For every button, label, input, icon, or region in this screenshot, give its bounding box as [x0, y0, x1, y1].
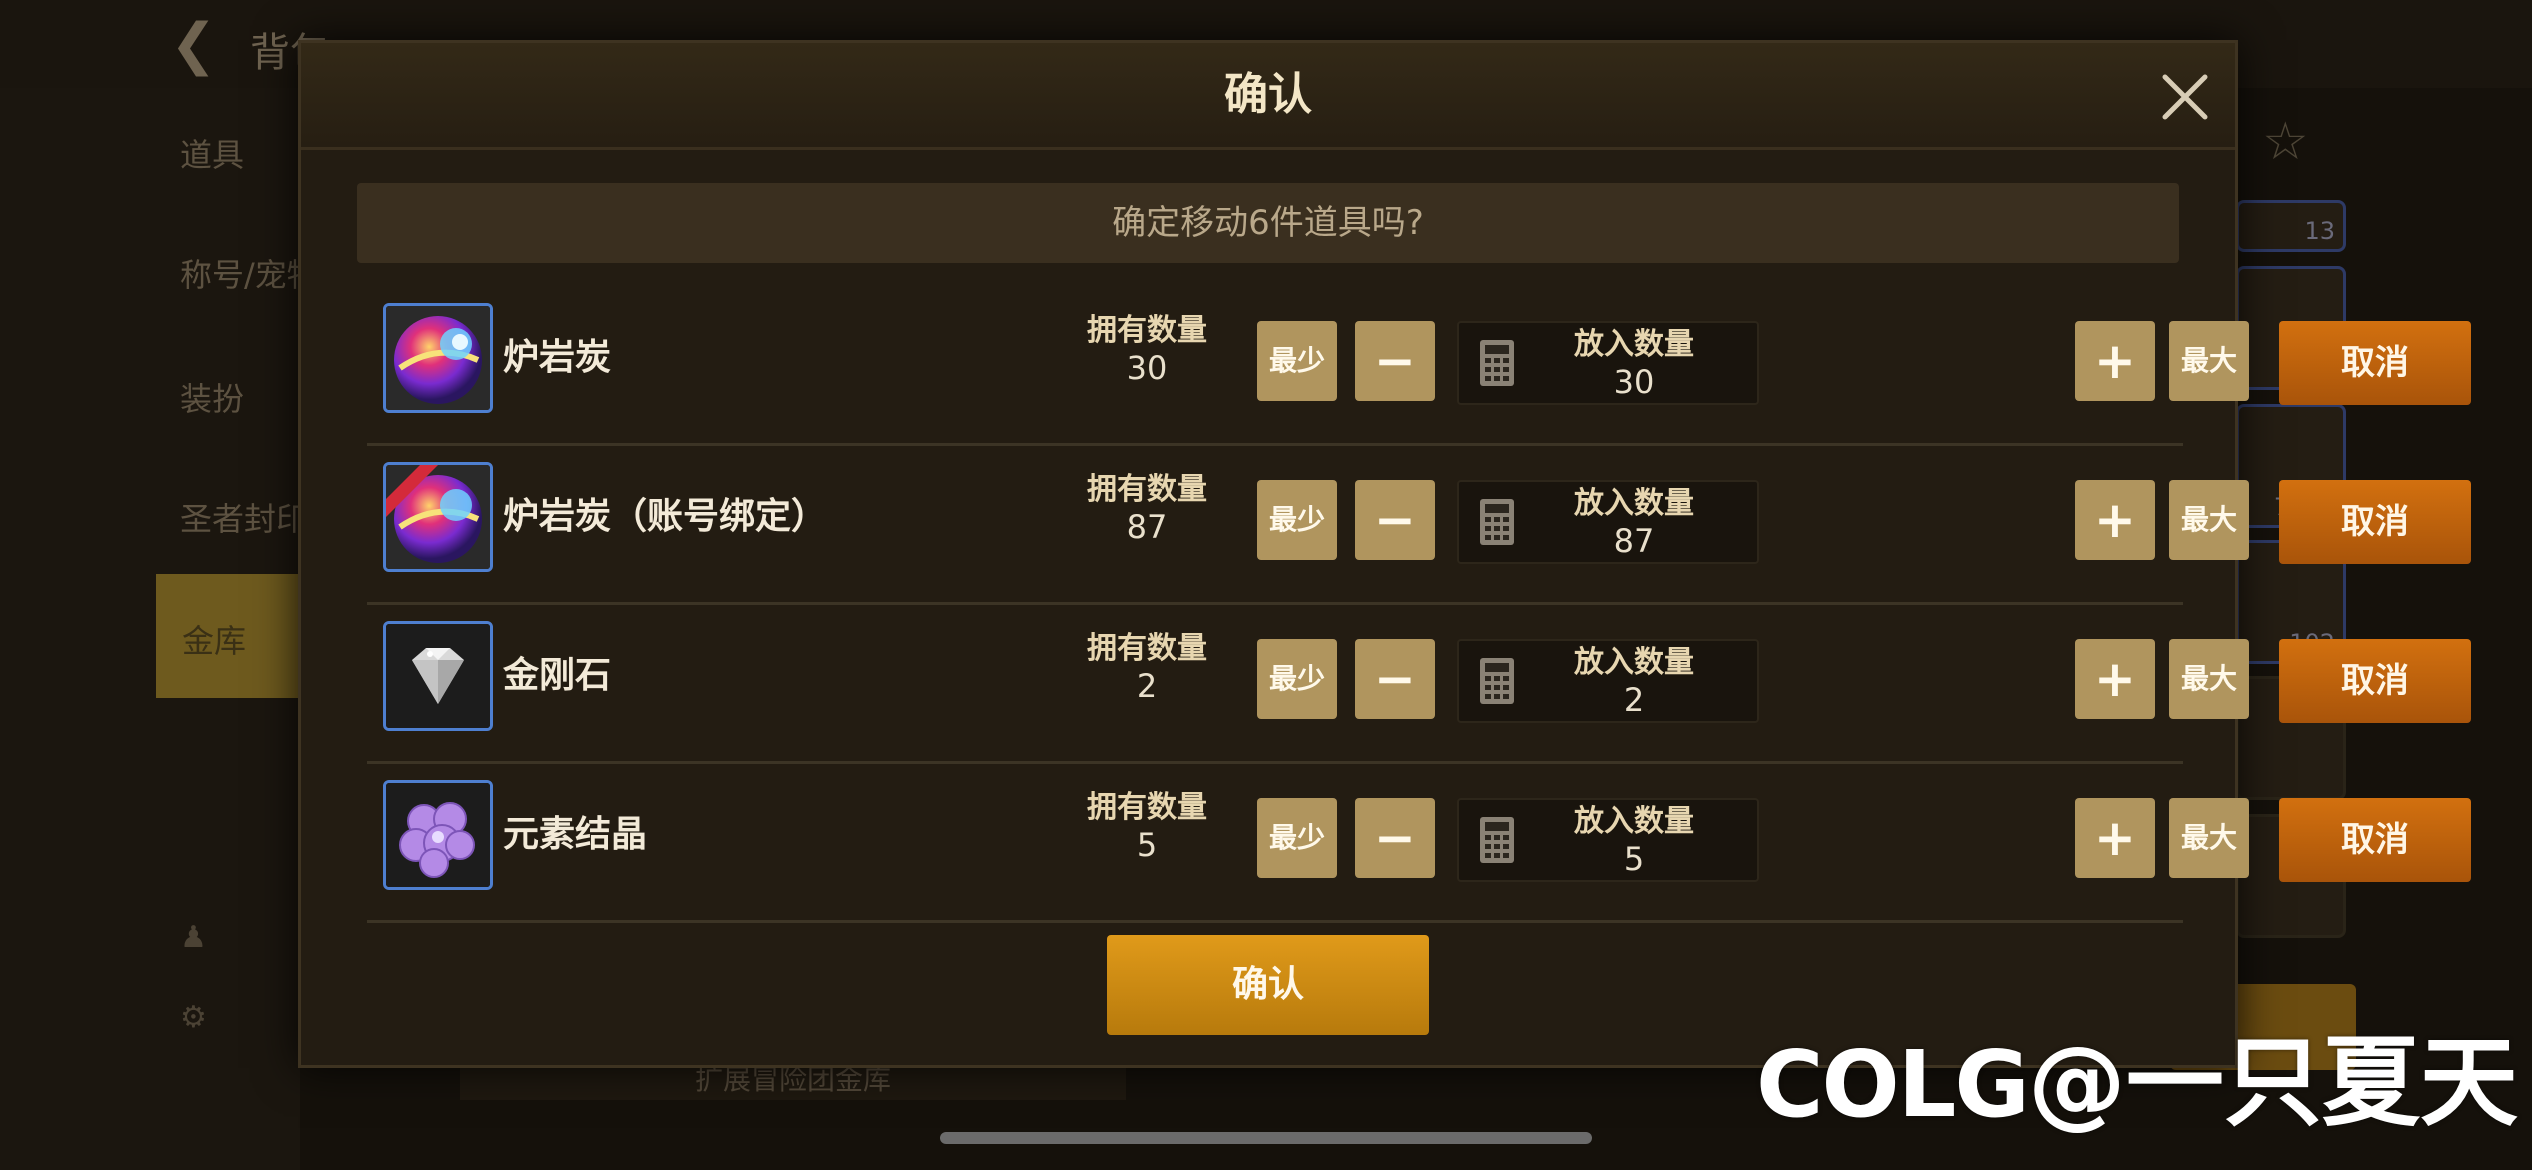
minus-button[interactable]: −: [1355, 639, 1435, 719]
max-button[interactable]: 最大: [2169, 321, 2249, 401]
close-icon[interactable]: [2157, 69, 2213, 125]
put-label: 放入数量: [1574, 327, 1694, 362]
element-crystal-icon: [383, 780, 493, 890]
lava-coal-bound-icon: [383, 462, 493, 572]
watermark-text: @一只夏天: [2027, 1026, 2518, 1140]
item-row: 金刚石 拥有数量 2 最少 − 放入数量 2 + 最大 取消: [367, 605, 2471, 764]
cancel-button[interactable]: 取消: [2279, 321, 2471, 405]
item-row: 炉岩炭（账号绑定） 拥有数量 87 最少 − 放入数量 87 + 最大 取消: [367, 446, 2471, 605]
watermark-logo: COLG: [1756, 1031, 2030, 1138]
put-quantity-field[interactable]: 放入数量 2: [1457, 639, 1759, 723]
min-button[interactable]: 最少: [1257, 321, 1337, 401]
plus-button[interactable]: +: [2075, 798, 2155, 878]
put-quantity-field[interactable]: 放入数量 5: [1457, 798, 1759, 882]
back-arrow-icon[interactable]: ❮: [170, 12, 217, 77]
owned-quantity: 拥有数量 2: [1067, 631, 1227, 705]
calculator-icon[interactable]: [1479, 816, 1515, 864]
put-label: 放入数量: [1574, 645, 1694, 680]
favorite-star-icon[interactable]: ☆: [2262, 112, 2309, 172]
calculator-icon[interactable]: [1479, 339, 1515, 387]
put-label: 放入数量: [1574, 486, 1694, 521]
minus-button[interactable]: −: [1355, 798, 1435, 878]
calculator-icon[interactable]: [1479, 657, 1515, 705]
owned-value: 30: [1126, 349, 1168, 387]
home-indicator[interactable]: [940, 1132, 1592, 1144]
settings-icon: ⚙: [180, 1000, 207, 1035]
sidebar-item-items[interactable]: 道具: [180, 130, 244, 176]
put-quantity-field[interactable]: 放入数量 87: [1457, 480, 1759, 564]
item-name: 炉岩炭（账号绑定）: [503, 496, 828, 537]
cancel-button[interactable]: 取消: [2279, 798, 2471, 882]
minus-button[interactable]: −: [1355, 480, 1435, 560]
item-row: 元素结晶 拥有数量 5 最少 − 放入数量 5 + 最大 取消: [367, 764, 2471, 923]
owned-value: 2: [1136, 667, 1158, 705]
cancel-button[interactable]: 取消: [2279, 480, 2471, 564]
owned-quantity: 拥有数量 87: [1067, 472, 1227, 546]
owned-label: 拥有数量: [1087, 472, 1207, 507]
watermark: COLG@一只夏天: [1756, 1028, 2518, 1138]
confirm-question: 确定移动6件道具吗?: [357, 183, 2179, 263]
min-button[interactable]: 最少: [1257, 639, 1337, 719]
dialog-title: 确认: [1224, 69, 1312, 120]
item-name: 元素结晶: [503, 814, 648, 855]
sidebar-item-costume[interactable]: 装扮: [180, 374, 244, 420]
calculator-icon[interactable]: [1479, 498, 1515, 546]
inventory-slot[interactable]: 13: [2236, 200, 2346, 252]
item-row: 炉岩炭 拥有数量 30 最少 − 放入数量 30 + 最大 取消: [367, 287, 2471, 446]
put-value: 2: [1623, 681, 1645, 719]
confirm-button[interactable]: 确认: [1107, 935, 1429, 1035]
min-button[interactable]: 最少: [1257, 798, 1337, 878]
min-button[interactable]: 最少: [1257, 480, 1337, 560]
max-button[interactable]: 最大: [2169, 480, 2249, 560]
plus-button[interactable]: +: [2075, 321, 2155, 401]
put-label: 放入数量: [1574, 804, 1694, 839]
owned-quantity: 拥有数量 5: [1067, 790, 1227, 864]
max-button[interactable]: 最大: [2169, 798, 2249, 878]
plus-button[interactable]: +: [2075, 639, 2155, 719]
owned-label: 拥有数量: [1087, 631, 1207, 666]
owned-value: 87: [1126, 508, 1168, 546]
sidebar-item-vault-label: 金库: [182, 622, 247, 660]
plus-button[interactable]: +: [2075, 480, 2155, 560]
minus-button[interactable]: −: [1355, 321, 1435, 401]
slot-count: 13: [2304, 217, 2335, 245]
fatigue-icon: ♟: [180, 920, 207, 955]
item-name: 金刚石: [503, 655, 612, 696]
put-value: 30: [1613, 363, 1655, 401]
lava-coal-icon: [383, 303, 493, 413]
put-quantity-field[interactable]: 放入数量 30: [1457, 321, 1759, 405]
confirm-dialog: 确认 确定移动6件道具吗? 炉岩炭 拥有数量 30 最少 − 放入数量 30 +…: [298, 40, 2471, 1068]
owned-label: 拥有数量: [1087, 790, 1207, 825]
item-name: 炉岩炭: [503, 337, 612, 378]
cancel-button[interactable]: 取消: [2279, 639, 2471, 723]
owned-quantity: 拥有数量 30: [1067, 313, 1227, 387]
diamond-icon: [383, 621, 493, 731]
put-value: 87: [1613, 522, 1655, 560]
owned-label: 拥有数量: [1087, 313, 1207, 348]
sidebar-item-seal[interactable]: 圣者封印: [180, 494, 308, 540]
owned-value: 5: [1136, 826, 1158, 864]
put-value: 5: [1623, 840, 1645, 878]
max-button[interactable]: 最大: [2169, 639, 2249, 719]
